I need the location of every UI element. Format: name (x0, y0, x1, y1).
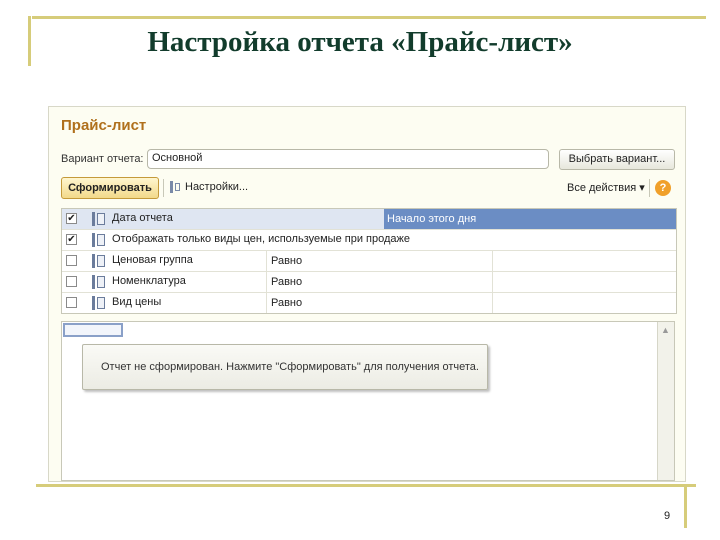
row-condition[interactable]: Равно (266, 293, 492, 313)
row-name: Отображать только виды цен, используемые… (112, 233, 411, 245)
slide-right-rule (684, 484, 687, 528)
slide-bottom-rule (36, 484, 696, 487)
variant-field[interactable]: Основной (147, 149, 549, 169)
report-spreadsheet[interactable]: ▲ Отчет не сформирован. Нажмите "Сформир… (61, 321, 675, 481)
settings-row[interactable]: ✔ Дата отчета Начало этого дня (62, 209, 676, 230)
all-actions-menu[interactable]: Все действия ▾ (567, 181, 645, 194)
form-title: Прайс-лист (61, 117, 147, 134)
settings-icon (169, 181, 181, 193)
row-name: Вид цены (112, 296, 162, 308)
row-value[interactable] (492, 293, 676, 313)
slide-left-rule (28, 16, 31, 66)
slide-number: 9 (664, 510, 671, 522)
scroll-up-icon[interactable]: ▲ (661, 325, 670, 335)
row-name: Дата отчета (112, 212, 173, 224)
row-condition[interactable]: Равно (266, 251, 492, 271)
field-icon (92, 275, 106, 289)
row-name: Ценовая группа (112, 254, 193, 266)
row-checkbox[interactable] (66, 255, 77, 266)
settings-button[interactable]: Настройки... (169, 181, 248, 193)
settings-row[interactable]: Ценовая группа Равно (62, 251, 676, 272)
settings-grid: ✔ Дата отчета Начало этого дня ✔ Отображ… (61, 208, 677, 314)
row-checkbox[interactable] (66, 297, 77, 308)
field-icon (92, 296, 106, 310)
row-checkbox[interactable]: ✔ (66, 234, 77, 245)
settings-label: Настройки... (185, 181, 249, 193)
select-variant-button[interactable]: Выбрать вариант... (559, 149, 675, 170)
slide-top-rule (32, 16, 706, 19)
toolbar-separator (649, 179, 650, 197)
field-icon (92, 254, 106, 268)
row-value[interactable] (492, 272, 676, 292)
variant-label: Вариант отчета: (61, 153, 144, 165)
row-condition[interactable]: Равно (266, 272, 492, 292)
report-form-window: Прайс-лист Вариант отчета: Основной Выбр… (48, 106, 686, 482)
toolbar-separator (163, 179, 164, 197)
active-cell[interactable] (63, 323, 123, 337)
slide-title: Настройка отчета «Прайс-лист» (147, 26, 573, 58)
help-icon[interactable]: ? (655, 180, 671, 196)
field-icon (92, 233, 106, 247)
settings-row[interactable]: Номенклатура Равно (62, 272, 676, 293)
row-name: Номенклатура (112, 275, 186, 287)
not-generated-message: Отчет не сформирован. Нажмите "Сформиров… (82, 344, 488, 390)
settings-row[interactable]: ✔ Отображать только виды цен, используем… (62, 230, 676, 251)
row-checkbox[interactable]: ✔ (66, 213, 77, 224)
field-icon (92, 212, 106, 226)
vertical-scrollbar[interactable]: ▲ (657, 322, 674, 480)
generate-button[interactable]: Сформировать (61, 177, 159, 199)
row-checkbox[interactable] (66, 276, 77, 287)
row-value[interactable] (492, 251, 676, 271)
settings-row[interactable]: Вид цены Равно (62, 293, 676, 313)
row-value[interactable]: Начало этого дня (384, 209, 676, 229)
